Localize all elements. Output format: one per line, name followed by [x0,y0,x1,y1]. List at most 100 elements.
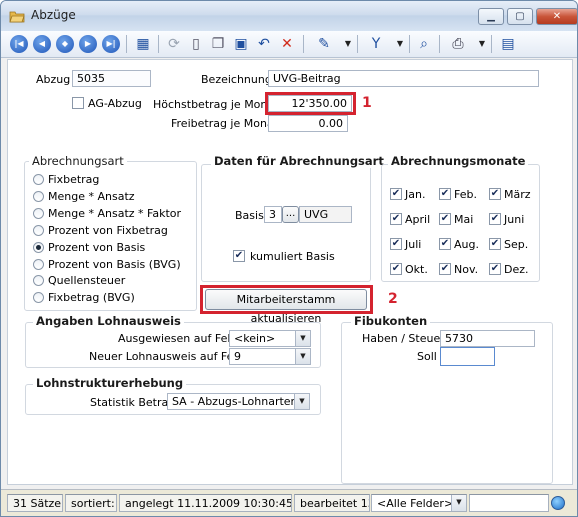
abrechnungsart-title: Abrechnungsart [29,154,127,168]
month-checkbox[interactable]: ✔ [390,213,402,225]
radio-option-label: Fixbetrag [48,173,100,186]
radio-option-label: Prozent von Basis (BVG) [48,257,181,271]
window: Abzüge ▁ ▢ ✕ |◀ ◀ ◆ ▶ ▶| ▦ ⟳ ▯ ❐ ▣ ↶ ✕ ✎… [0,0,578,517]
month-checkbox[interactable]: ✔ [439,263,451,275]
haben-steuer-field[interactable]: 5730 [440,330,535,347]
first-record-icon[interactable]: |◀ [10,35,28,53]
toolbar-separator [439,35,440,53]
highlight-box-1 [265,92,356,115]
bezeichnung-label: Bezeichnung [201,73,272,86]
month-checkbox[interactable]: ✔ [390,238,402,250]
haben-steuer-label: Haben / Steuer [362,332,445,345]
radio-option[interactable] [33,190,44,202]
toolbar: |◀ ◀ ◆ ▶ ▶| ▦ ⟳ ▯ ❐ ▣ ↶ ✕ ✎ ▼ Y ▼ ⌕ ⎙ ▼ … [1,31,577,58]
soll-label: Soll [417,350,437,363]
statistik-betrag-value: SA - Abzugs-Lohnarten [172,395,298,408]
field-filter-value: <Alle Felder> [377,497,454,510]
radio-option-label: Menge * Ansatz [48,189,135,203]
ausgewiesen-value: <kein> [234,332,276,345]
status-bar: 31 Sätze sortiert: angelegt 11.11.2009 1… [1,489,577,516]
statistik-betrag-label: Statistik Betrag [90,396,176,409]
month-checkbox[interactable]: ✔ [390,188,402,200]
search-go-icon[interactable] [551,496,565,510]
toolbar-separator [303,35,304,53]
toolbar-separator [491,35,492,53]
new-document-icon[interactable]: ▯ [187,35,205,53]
save-icon[interactable]: ▣ [232,35,250,53]
annotation-number-1: 1 [362,95,372,111]
radio-option[interactable] [33,224,44,236]
edited-status: bearbeitet 13.1 [294,494,370,512]
month-checkbox[interactable]: ✔ [489,213,501,225]
bezeichnung-field[interactable]: UVG-Beitrag [268,70,539,87]
print-icon[interactable]: ⎙ [449,35,467,53]
table-view-icon[interactable]: ▦ [134,35,152,53]
toolbar-separator [357,35,358,53]
month-label: Mai [454,213,474,226]
month-checkbox[interactable]: ✔ [439,238,451,250]
ausgewiesen-label: Ausgewiesen auf Feld [118,332,238,345]
chevron-down-icon[interactable]: ▼ [294,394,309,409]
radio-option[interactable] [33,258,44,270]
ausgewiesen-select[interactable]: <kein> ▼ [229,330,311,347]
month-label: Dez. [504,263,529,276]
abzug-label: Abzug [36,73,71,86]
lohnstruktur-title: Lohnstrukturerhebung [33,376,187,390]
month-checkbox[interactable]: ✔ [489,238,501,250]
next-record-icon[interactable]: ▶ [79,35,97,53]
chevron-down-icon[interactable]: ▼ [295,331,310,346]
radio-option[interactable] [33,174,44,185]
month-checkbox[interactable]: ✔ [489,263,501,275]
chevron-down-icon[interactable]: ▼ [339,35,357,53]
month-checkbox[interactable]: ✔ [439,213,451,225]
jump-record-icon[interactable]: ◆ [56,35,74,53]
search-input[interactable] [469,494,549,512]
minimize-button[interactable]: ▁ [478,8,504,25]
neuer-lohnausweis-select[interactable]: 9 ▼ [229,348,311,365]
chevron-down-icon[interactable]: ▼ [295,349,310,364]
month-checkbox[interactable]: ✔ [489,188,501,200]
tools-icon[interactable]: ✎ [315,35,333,53]
title-bar[interactable]: Abzüge ▁ ▢ ✕ [1,1,577,31]
radio-option[interactable] [33,207,44,219]
daten-title: Daten für Abrechnungsart [211,154,387,168]
kumuliert-basis-checkbox[interactable]: ✔ [233,250,245,262]
previous-record-icon[interactable]: ◀ [33,35,51,53]
kumuliert-basis-label: kumuliert Basis [250,250,335,263]
chevron-down-icon[interactable]: ▼ [451,495,466,511]
basis-browse-button[interactable]: ... [282,206,299,223]
app-icon [9,11,25,23]
radio-option-label: Menge * Ansatz * Faktor [48,206,182,220]
monate-title: Abrechnungsmonate [388,154,529,168]
copy-icon[interactable]: ❐ [209,35,227,53]
month-label: Jan. [405,188,426,201]
neuer-lohnausweis-value: 9 [234,350,241,363]
notebook-icon[interactable]: ▤ [499,35,517,53]
statistik-betrag-select[interactable]: SA - Abzugs-Lohnarten ▼ [167,393,310,410]
highlight-box-2 [200,285,373,314]
field-filter-select[interactable]: <Alle Felder> ▼ [371,494,467,512]
refresh-icon[interactable]: ⟳ [165,35,183,53]
month-label: Okt. [405,263,428,276]
freibetrag-field[interactable]: 0.00 [268,115,348,132]
neuer-lohnausweis-label: Neuer Lohnausweis auf Feld [89,350,244,363]
basis-field[interactable]: 3 [264,206,282,223]
close-button[interactable]: ✕ [536,8,577,25]
hoechstbetrag-label: Höchstbetrag je Monat [153,98,279,111]
abzug-field[interactable]: 5035 [72,70,151,87]
maximize-button[interactable]: ▢ [507,8,533,25]
filter-icon[interactable]: Y [367,35,385,53]
chevron-down-icon[interactable]: ▼ [391,35,409,53]
last-record-icon[interactable]: ▶| [102,35,120,53]
undo-icon[interactable]: ↶ [255,35,273,53]
search-record-icon[interactable]: ⌕ [415,35,433,53]
radio-option[interactable] [33,241,44,253]
month-checkbox[interactable]: ✔ [390,263,402,275]
soll-field[interactable] [440,347,495,366]
delete-icon[interactable]: ✕ [278,35,296,53]
ag-abzug-checkbox[interactable] [72,97,84,109]
chevron-down-icon[interactable]: ▼ [473,35,491,53]
month-label: Nov. [454,263,479,276]
radio-option-label: Quellensteuer [48,274,126,288]
month-checkbox[interactable]: ✔ [439,188,451,200]
